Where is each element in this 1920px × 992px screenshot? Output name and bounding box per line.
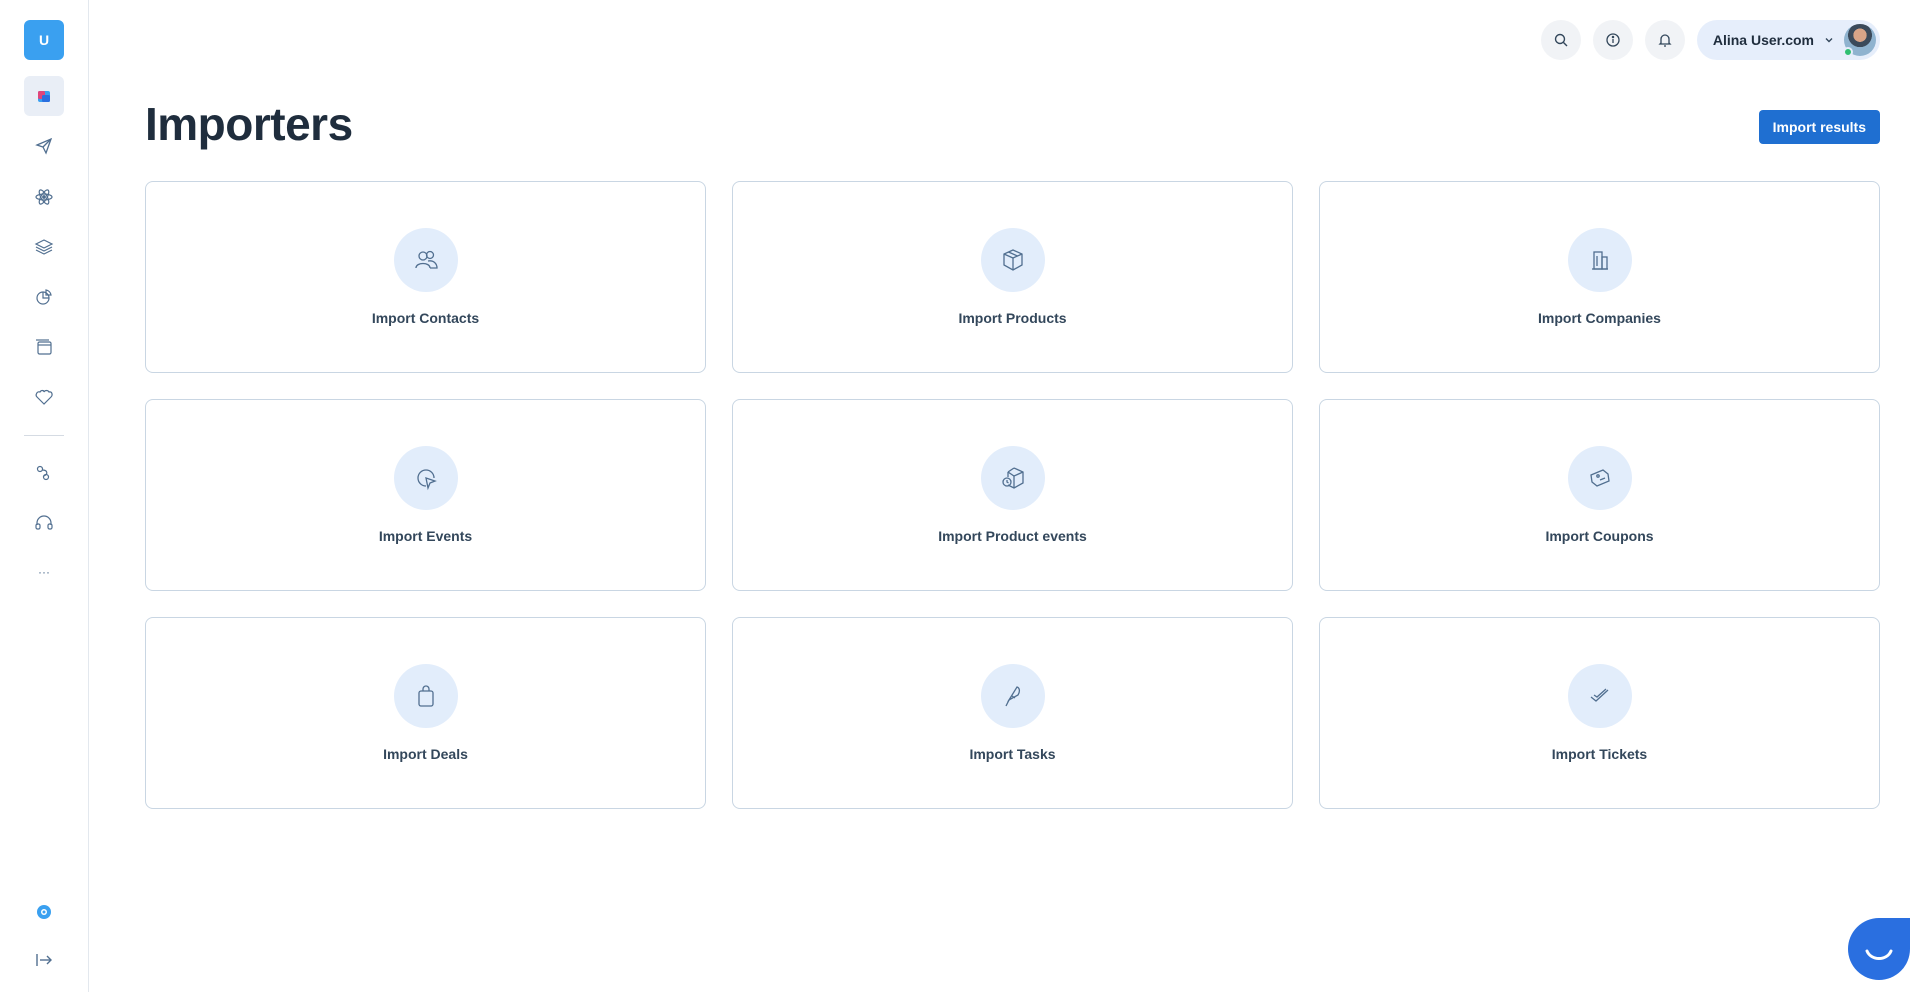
- nav-automation[interactable]: [24, 177, 64, 217]
- nav-tags[interactable]: [24, 377, 64, 417]
- card-icon-wrap: [980, 664, 1045, 728]
- window-icon: [36, 339, 52, 355]
- card-import-tasks[interactable]: Import Tasks: [732, 617, 1293, 809]
- nav-campaigns[interactable]: [24, 126, 64, 166]
- nav-segments[interactable]: [24, 227, 64, 267]
- card-icon-wrap: [980, 228, 1045, 292]
- cursor-click-icon: [416, 469, 437, 491]
- search-icon: [1554, 33, 1568, 47]
- card-label: Import Deals: [383, 746, 468, 762]
- card-import-tickets[interactable]: Import Tickets: [1319, 617, 1880, 809]
- card-label: Import Events: [378, 528, 473, 544]
- chat-smile-icon: [1865, 949, 1893, 960]
- header-actions: Alina User.com: [1540, 20, 1880, 60]
- notifications-button[interactable]: [1644, 20, 1685, 60]
- contacts-icon: [414, 250, 438, 269]
- layers-icon: [34, 239, 54, 255]
- box-event-icon: [1001, 467, 1024, 489]
- pie-chart-icon: [36, 289, 52, 305]
- card-icon-wrap: [1567, 228, 1632, 292]
- info-button[interactable]: [1592, 20, 1633, 60]
- atom-icon: [35, 189, 53, 205]
- bag-icon: [417, 685, 434, 707]
- card-icon-wrap: [1567, 446, 1632, 510]
- nav-more[interactable]: ···: [24, 552, 64, 592]
- nav-reports[interactable]: [24, 277, 64, 317]
- card-import-deals[interactable]: Import Deals: [145, 617, 706, 809]
- avatar: [1843, 24, 1876, 57]
- user-name: Alina User.com: [1712, 32, 1814, 48]
- card-icon-wrap: [1567, 664, 1632, 728]
- card-import-contacts[interactable]: Import Contacts: [145, 181, 706, 373]
- nav-flows[interactable]: [24, 453, 64, 493]
- logout-icon: [36, 954, 52, 966]
- card-label: Import Product events: [938, 528, 1087, 544]
- check-ticket-icon: [1590, 688, 1608, 702]
- card-icon-wrap: [393, 446, 458, 510]
- sidebar: U ···: [0, 0, 89, 992]
- flow-icon: [36, 465, 50, 481]
- logout-button[interactable]: [24, 940, 64, 980]
- online-status-dot: [1843, 47, 1853, 57]
- nav-dashboard[interactable]: [24, 76, 64, 116]
- building-icon: [1591, 251, 1608, 270]
- card-icon-wrap: [980, 446, 1045, 510]
- card-label: Import Companies: [1538, 310, 1661, 326]
- card-import-coupons[interactable]: Import Coupons: [1319, 399, 1880, 591]
- brand-logo[interactable]: U: [24, 20, 64, 60]
- tag-icon: [35, 389, 53, 405]
- card-label: Import Products: [958, 310, 1067, 326]
- more-icon: ···: [38, 565, 50, 579]
- card-import-events[interactable]: Import Events: [145, 399, 706, 591]
- sidebar-divider: [24, 435, 64, 436]
- card-icon-wrap: [393, 228, 458, 292]
- settings-button[interactable]: [24, 892, 64, 932]
- card-label: Import Coupons: [1545, 528, 1654, 544]
- card-label: Import Tasks: [969, 746, 1056, 762]
- card-label: Import Tickets: [1551, 746, 1648, 762]
- chevron-down-icon: [1825, 38, 1833, 43]
- coupon-icon: [1589, 469, 1610, 487]
- card-label: Import Contacts: [371, 310, 480, 326]
- card-icon-wrap: [393, 664, 458, 728]
- gear-icon: [37, 905, 51, 919]
- nav-support[interactable]: [24, 503, 64, 543]
- page-title: Importers: [145, 98, 353, 150]
- headset-icon: [35, 515, 53, 530]
- dashboard-icon: [38, 91, 50, 102]
- card-import-companies[interactable]: Import Companies: [1319, 181, 1880, 373]
- user-menu[interactable]: Alina User.com: [1696, 20, 1880, 60]
- box-icon: [1002, 249, 1023, 271]
- card-import-product-events[interactable]: Import Product events: [732, 399, 1293, 591]
- paper-plane-icon: [35, 137, 53, 155]
- card-import-products[interactable]: Import Products: [732, 181, 1293, 373]
- importers-grid: Import Contacts Import Products Import C…: [145, 181, 1880, 809]
- chat-launcher[interactable]: [1848, 918, 1910, 980]
- bell-icon: [1658, 34, 1672, 47]
- import-results-button[interactable]: Import results: [1758, 110, 1880, 144]
- info-icon: [1606, 33, 1620, 47]
- nav-pages[interactable]: [24, 327, 64, 367]
- search-button[interactable]: [1540, 20, 1581, 60]
- pen-icon: [1004, 686, 1020, 707]
